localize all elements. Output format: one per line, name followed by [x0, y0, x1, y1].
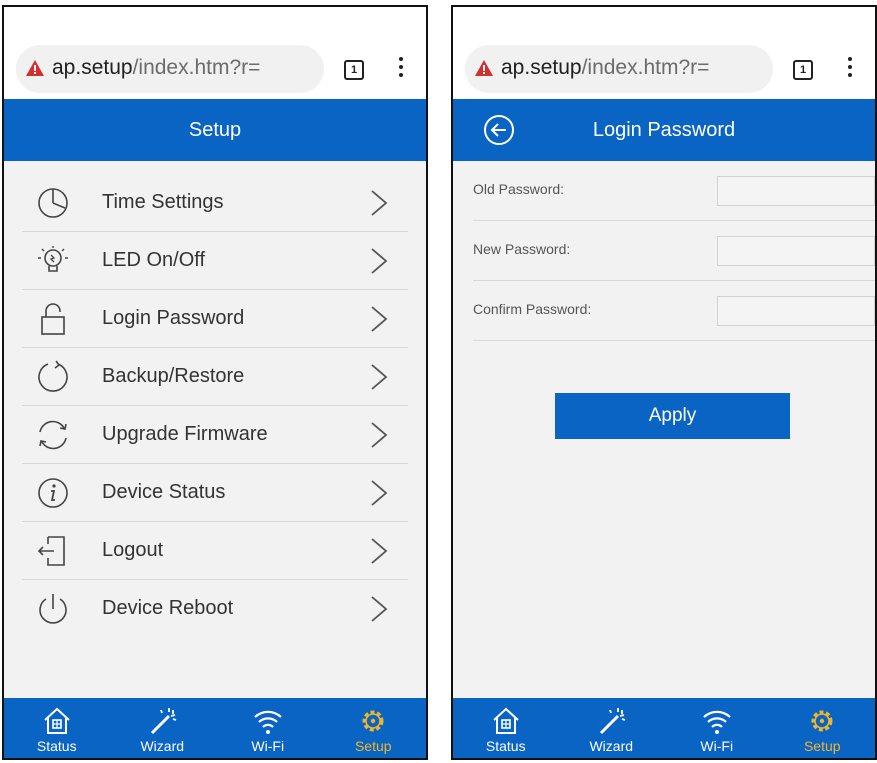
magic-wand-icon	[151, 708, 177, 735]
gear-icon	[811, 710, 833, 732]
setup-screen: ap.setup/index.htm?r= 1 Setup Time Setti…	[2, 5, 428, 760]
old-password-label: Old Password:	[473, 181, 565, 197]
chevron-right-icon	[371, 248, 388, 274]
menu-item-label: Login Password	[102, 307, 245, 329]
clock-icon	[38, 188, 68, 218]
old-password-row: Old Password:	[473, 161, 875, 221]
menu-item-label: Time Settings	[102, 191, 224, 213]
page-title: Login Password	[592, 118, 736, 141]
url-text: ap.setup/index.htm?r=	[52, 56, 260, 80]
tab-switcher-button[interactable]: 1	[344, 60, 364, 80]
home-icon	[493, 707, 519, 734]
url-text: ap.setup/index.htm?r=	[501, 56, 709, 80]
magic-wand-icon	[600, 708, 626, 735]
menu-item-device-status[interactable]: Device Status	[22, 464, 408, 522]
chevron-right-icon	[371, 306, 388, 332]
tab-label: Wi-Fi	[700, 738, 734, 754]
tab-label: Status	[36, 738, 77, 754]
tab-wifi[interactable]: Wi-Fi	[664, 698, 770, 758]
confirm-password-field[interactable]	[717, 296, 875, 326]
menu-item-label: Upgrade Firmware	[102, 423, 268, 445]
menu-item-logout[interactable]: Logout	[22, 522, 408, 580]
tab-status[interactable]: Status	[453, 698, 559, 758]
confirm-password-row: Confirm Password:	[473, 281, 875, 341]
menu-item-upgrade-firmware[interactable]: Upgrade Firmware	[22, 406, 408, 464]
lightbulb-icon	[38, 246, 68, 272]
menu-item-backup-restore[interactable]: Backup/Restore	[22, 348, 408, 406]
page-title: Setup	[4, 99, 426, 161]
back-arrow-icon[interactable]	[483, 114, 515, 146]
tab-label: Wizard	[589, 738, 634, 754]
url-host: ap.setup	[501, 56, 582, 79]
tab-label: Wizard	[140, 738, 185, 754]
bottom-tab-bar: Status Wizard Wi-Fi Setup	[453, 698, 875, 758]
menu-item-label: Backup/Restore	[102, 365, 245, 387]
chevron-right-icon	[371, 190, 388, 216]
tab-label: Setup	[803, 738, 841, 754]
refresh-icon	[39, 420, 67, 450]
password-form: Old Password: New Password: Confirm Pass…	[473, 161, 875, 341]
tab-label: Setup	[354, 738, 392, 754]
chevron-right-icon	[371, 596, 388, 622]
power-icon	[39, 594, 67, 624]
wifi-icon	[702, 710, 731, 734]
new-password-row: New Password:	[473, 221, 875, 281]
address-bar[interactable]: ap.setup/index.htm?r=	[16, 45, 324, 93]
confirm-password-label: Confirm Password:	[473, 301, 592, 317]
tab-switcher-button[interactable]: 1	[793, 60, 813, 80]
gear-icon	[362, 710, 384, 732]
setup-menu: Time Settings LED On/Off Login Password …	[4, 161, 426, 698]
tab-label: Status	[485, 738, 526, 754]
menu-item-label: Device Status	[102, 481, 226, 503]
chevron-right-icon	[371, 364, 388, 390]
menu-item-led[interactable]: LED On/Off	[22, 232, 408, 290]
url-path: /index.htm?r=	[132, 56, 261, 79]
info-icon	[38, 478, 68, 508]
menu-item-time-settings[interactable]: Time Settings	[22, 174, 408, 232]
menu-item-login-password[interactable]: Login Password	[22, 290, 408, 348]
tab-label: Wi-Fi	[251, 738, 285, 754]
menu-item-label: LED On/Off	[102, 249, 206, 271]
menu-item-label: Logout	[102, 539, 164, 561]
menu-item-device-reboot[interactable]: Device Reboot	[22, 580, 408, 637]
new-password-label: New Password:	[473, 241, 571, 257]
address-bar[interactable]: ap.setup/index.htm?r=	[465, 45, 773, 93]
logout-icon	[37, 536, 65, 566]
tab-wizard[interactable]: Wizard	[559, 698, 665, 758]
login-password-screen: ap.setup/index.htm?r= 1 Login Password O…	[451, 5, 877, 760]
browser-menu-icon[interactable]	[847, 57, 853, 83]
apply-button[interactable]: Apply	[555, 393, 790, 439]
new-password-field[interactable]	[717, 236, 875, 266]
menu-item-label: Device Reboot	[102, 597, 234, 619]
tab-setup[interactable]: Setup	[321, 698, 427, 758]
bottom-tab-bar: Status Wizard Wi-Fi Setup	[4, 698, 426, 758]
home-icon	[44, 707, 70, 734]
page-header: Login Password	[453, 99, 875, 161]
wifi-icon	[253, 710, 282, 734]
chevron-right-icon	[371, 480, 388, 506]
url-host: ap.setup	[52, 56, 133, 79]
warning-icon	[26, 60, 44, 76]
chevron-right-icon	[371, 538, 388, 564]
tab-wizard[interactable]: Wizard	[110, 698, 216, 758]
browser-menu-icon[interactable]	[398, 57, 404, 83]
tab-status[interactable]: Status	[4, 698, 110, 758]
url-path: /index.htm?r=	[581, 56, 710, 79]
chevron-right-icon	[371, 422, 388, 448]
tab-setup[interactable]: Setup	[770, 698, 876, 758]
password-form-area: Old Password: New Password: Confirm Pass…	[453, 161, 875, 698]
lock-icon	[41, 303, 65, 335]
warning-icon	[475, 60, 493, 76]
restore-icon	[38, 360, 68, 392]
old-password-field[interactable]	[717, 176, 875, 206]
tab-wifi[interactable]: Wi-Fi	[215, 698, 321, 758]
